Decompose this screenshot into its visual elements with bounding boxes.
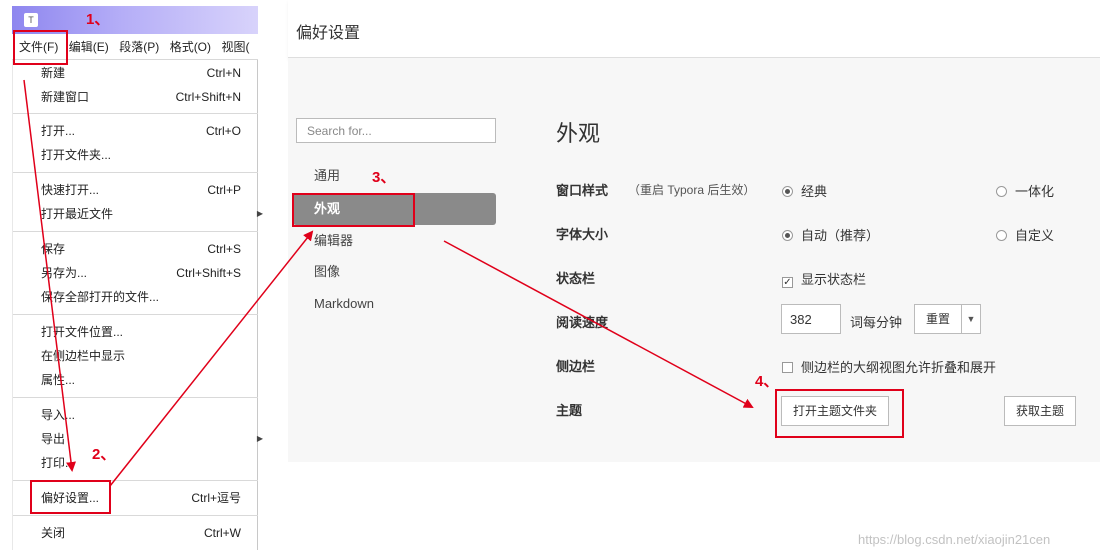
arrow-step3-to-step4: [443, 240, 754, 408]
annotation-arrows: [23, 79, 754, 487]
arrow-step1-to-step2: [23, 79, 76, 472]
arrow-step2-to-step3: [109, 230, 314, 487]
watermark: https://blog.csdn.net/xiaojin21cen: [858, 532, 1051, 547]
